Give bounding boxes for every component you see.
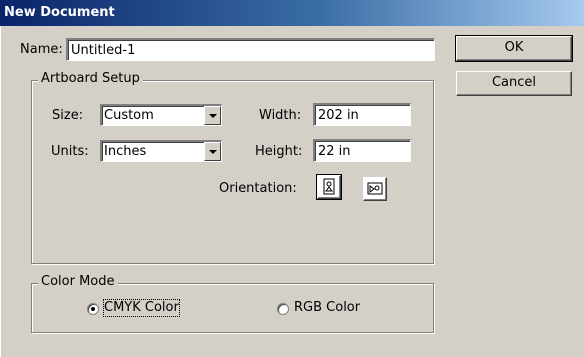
width-input[interactable]: 202 in [313, 103, 411, 126]
portrait-orientation-icon [323, 178, 335, 195]
chevron-down-icon[interactable] [204, 142, 221, 161]
cmyk-radio[interactable] [87, 303, 99, 315]
name-label: Name: [20, 42, 63, 57]
dialog-title: New Document [4, 5, 115, 20]
units-select[interactable]: Inches [100, 140, 222, 162]
cmyk-color-label[interactable]: CMYK Color [103, 299, 180, 317]
units-label: Units: [51, 144, 89, 159]
landscape-orientation-button[interactable] [363, 177, 387, 201]
width-label: Width: [259, 108, 302, 123]
height-input[interactable]: 22 in [313, 139, 411, 162]
height-label: Height: [255, 144, 303, 159]
rgb-radio[interactable] [277, 303, 289, 315]
color-mode-title: Color Mode [38, 274, 118, 290]
artboard-setup-title: Artboard Setup [38, 71, 143, 87]
ok-button[interactable]: OK [455, 35, 573, 62]
landscape-orientation-icon [367, 182, 383, 195]
orientation-label: Orientation: [219, 181, 297, 196]
dialog-body: Name: Untitled-1 OK Cancel Artboard Setu… [0, 26, 584, 357]
size-label: Size: [52, 108, 84, 123]
rgb-color-label[interactable]: RGB Color [294, 300, 360, 316]
portrait-orientation-button[interactable] [317, 175, 341, 199]
chevron-down-icon[interactable] [204, 106, 221, 125]
size-select[interactable]: Custom [100, 104, 222, 126]
name-input[interactable]: Untitled-1 [66, 38, 435, 61]
units-select-value: Inches [104, 144, 147, 159]
title-bar: New Document [0, 0, 584, 26]
size-select-value: Custom [104, 108, 154, 123]
cancel-button[interactable]: Cancel [456, 71, 572, 96]
